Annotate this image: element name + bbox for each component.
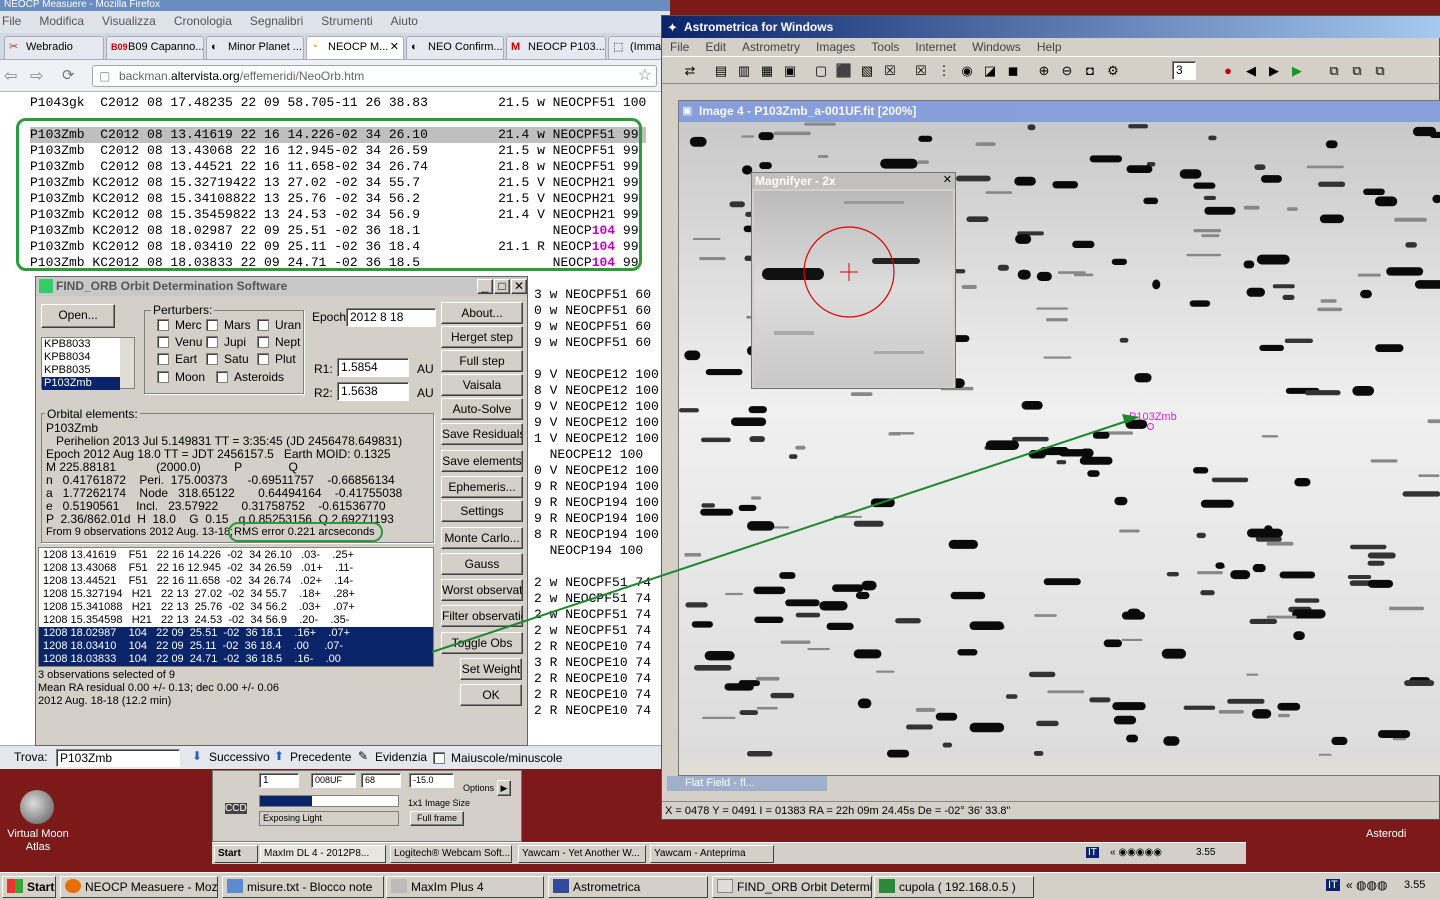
task-firefox[interactable]: NEOCP Measuere - Mozil... bbox=[60, 876, 218, 898]
notepad-icon bbox=[227, 879, 243, 893]
full-frame-button[interactable]: Full frame bbox=[410, 811, 464, 826]
task-notepad[interactable]: misure.txt - Blocco note bbox=[222, 876, 384, 898]
windows-icon bbox=[7, 879, 23, 893]
task-cupola[interactable]: cupola ( 192.168.0.5 ) bbox=[874, 876, 1034, 898]
task-yawcam-preview[interactable]: Yawcam - Anteprima bbox=[650, 845, 774, 863]
task-maxim[interactable]: MaxIm Plus 4 bbox=[386, 876, 544, 898]
exposure-state: Exposing Light bbox=[259, 811, 399, 826]
start-button[interactable]: Start bbox=[2, 876, 56, 898]
maxim-icon bbox=[391, 879, 407, 893]
filter-field[interactable]: 008UF bbox=[311, 773, 356, 788]
tray-icons: « ◍◍◍ bbox=[1346, 878, 1388, 892]
language-indicator[interactable]: IT bbox=[1326, 879, 1340, 891]
inner-taskbar: Start MaxIm DL 4 - 2012P8... Logitech® W… bbox=[212, 842, 1246, 864]
astrometrica-icon bbox=[553, 879, 569, 893]
progress-fill bbox=[260, 796, 313, 806]
temperature-field[interactable]: -15.0 bbox=[409, 773, 454, 788]
task-astrometrica[interactable]: Astrometrica bbox=[548, 876, 708, 898]
clock: 3.55 bbox=[1196, 847, 1216, 858]
clock: 3.55 bbox=[1404, 879, 1426, 891]
inner-start-button[interactable]: Start bbox=[214, 845, 258, 863]
taskbar: Start NEOCP Measuere - Mozil... misure.t… bbox=[0, 872, 1440, 900]
language-indicator[interactable]: IT bbox=[1086, 847, 1099, 858]
exposure-progress bbox=[259, 795, 399, 807]
options-button[interactable]: ▶ bbox=[497, 780, 511, 796]
task-findorb[interactable]: FIND_ORB Orbit Determi... bbox=[712, 876, 872, 898]
task-logitech[interactable]: Logitech® Webcam Soft... bbox=[390, 845, 512, 863]
maxim-panel: 1 008UF 68 -15.0 Options ▶ Exposing Ligh… bbox=[212, 770, 522, 842]
tray-icons: « ◉◉◉◉◉ bbox=[1110, 847, 1162, 858]
count-spinner[interactable]: 1 bbox=[259, 773, 299, 788]
vnc-icon bbox=[879, 879, 895, 893]
task-maxim-dl[interactable]: MaxIm DL 4 - 2012P8... bbox=[260, 845, 386, 863]
firefox-icon bbox=[65, 879, 81, 893]
moon-icon[interactable] bbox=[20, 790, 54, 824]
task-yawcam[interactable]: Yawcam - Yet Another W... bbox=[518, 845, 646, 863]
annotation-arrow bbox=[431, 414, 1140, 653]
exposure-field[interactable]: 68 bbox=[361, 773, 401, 788]
desktop-label-asterodi[interactable]: Asterodi bbox=[1366, 828, 1406, 840]
desktop-icon-label[interactable]: Virtual Moon Atlas bbox=[2, 828, 74, 854]
findorb-icon bbox=[717, 879, 733, 893]
